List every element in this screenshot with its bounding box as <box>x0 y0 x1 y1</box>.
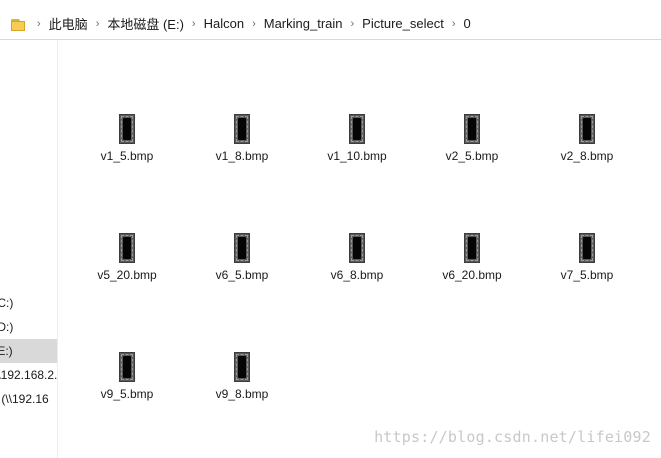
chevron-right-icon[interactable]: › <box>351 18 355 30</box>
nav-item-label: 磁盘 (E:) <box>0 344 13 358</box>
bmp-thumbnail-icon <box>579 233 595 263</box>
chevron-right-icon[interactable]: › <box>452 18 456 30</box>
bmp-thumbnail-icon <box>119 352 135 382</box>
chevron-right-icon[interactable]: › <box>37 18 41 30</box>
breadcrumb-picture-select[interactable]: Picture_select <box>362 16 444 31</box>
file-name: v1_5.bmp <box>100 149 154 163</box>
bmp-thumbnail-icon <box>234 352 250 382</box>
file-item[interactable]: v1_5.bmp <box>71 80 183 163</box>
file-item[interactable]: v7_5.bmp <box>531 199 643 282</box>
bmp-thumbnail-icon <box>349 233 365 263</box>
file-name: v9_5.bmp <box>100 387 154 401</box>
breadcrumb-local-disk-e[interactable]: 本地磁盘 (E:) <box>107 14 184 33</box>
bmp-thumbnail-icon <box>349 114 365 144</box>
bmp-thumbnail-icon <box>119 233 135 263</box>
breadcrumb-current-folder[interactable]: 0 <box>464 16 471 31</box>
bmp-thumbnail-icon <box>579 114 595 144</box>
nav-item-network-share-2[interactable]: ing (\\192.16 <box>0 387 57 411</box>
file-item[interactable]: v2_5.bmp <box>416 80 528 163</box>
nav-item-label: (\\192.168.2.2 <box>0 368 58 382</box>
address-bar[interactable]: › 此电脑 › 本地磁盘 (E:) › Halcon › Marking_tra… <box>0 8 661 40</box>
breadcrumb-halcon[interactable]: Halcon <box>204 16 244 31</box>
file-name: v1_10.bmp <box>327 149 387 163</box>
chevron-right-icon[interactable]: › <box>96 18 100 30</box>
file-explorer-window: › 此电脑 › 本地磁盘 (E:) › Halcon › Marking_tra… <box>0 0 661 458</box>
file-name: v1_8.bmp <box>215 149 269 163</box>
nav-item-drive-c[interactable]: 磁盘 (C:) <box>0 291 57 315</box>
breadcrumb-marking-train[interactable]: Marking_train <box>264 16 343 31</box>
file-item[interactable]: v5_20.bmp <box>71 199 183 282</box>
file-item[interactable]: v6_8.bmp <box>301 199 413 282</box>
file-item[interactable]: v9_8.bmp <box>186 318 298 401</box>
folder-icon <box>11 18 25 31</box>
bmp-thumbnail-icon <box>464 233 480 263</box>
nav-item-label: ing (\\192.16 <box>0 392 49 406</box>
watermark: https://blog.csdn.net/lifei092 <box>374 428 651 446</box>
file-item[interactable]: v9_5.bmp <box>71 318 183 401</box>
nav-item-drive-e[interactable]: 磁盘 (E:) <box>0 339 57 363</box>
file-name: v2_8.bmp <box>560 149 614 163</box>
file-item[interactable]: v6_20.bmp <box>416 199 528 282</box>
file-list[interactable]: v1_5.bmp v1_8.bmp v1_10.bmp v2_5.bmp v2_… <box>58 40 661 458</box>
file-name: v6_20.bmp <box>442 268 502 282</box>
file-name: v9_8.bmp <box>215 387 269 401</box>
navigation-pane[interactable]: 磁盘 (C:) 磁盘 (D:) 磁盘 (E:) (\\192.168.2.2 i… <box>0 40 58 458</box>
bmp-thumbnail-icon <box>119 114 135 144</box>
file-name: v2_5.bmp <box>445 149 499 163</box>
chevron-right-icon[interactable]: › <box>192 18 196 30</box>
nav-item-drive-d[interactable]: 磁盘 (D:) <box>0 315 57 339</box>
file-name: v7_5.bmp <box>560 268 614 282</box>
breadcrumb-this-pc[interactable]: 此电脑 <box>49 14 88 33</box>
bmp-thumbnail-icon <box>464 114 480 144</box>
file-item[interactable]: v6_5.bmp <box>186 199 298 282</box>
file-item[interactable]: v1_10.bmp <box>301 80 413 163</box>
nav-item-label: 磁盘 (D:) <box>0 320 14 334</box>
file-name: v6_5.bmp <box>215 268 269 282</box>
file-name: v5_20.bmp <box>97 268 157 282</box>
file-item[interactable]: v1_8.bmp <box>186 80 298 163</box>
bmp-thumbnail-icon <box>234 114 250 144</box>
nav-item-network-share-1[interactable]: (\\192.168.2.2 <box>0 363 58 387</box>
bmp-thumbnail-icon <box>234 233 250 263</box>
chevron-right-icon[interactable]: › <box>252 18 256 30</box>
file-name: v6_8.bmp <box>330 268 384 282</box>
nav-item-label: 磁盘 (C:) <box>0 296 14 310</box>
file-item[interactable]: v2_8.bmp <box>531 80 643 163</box>
